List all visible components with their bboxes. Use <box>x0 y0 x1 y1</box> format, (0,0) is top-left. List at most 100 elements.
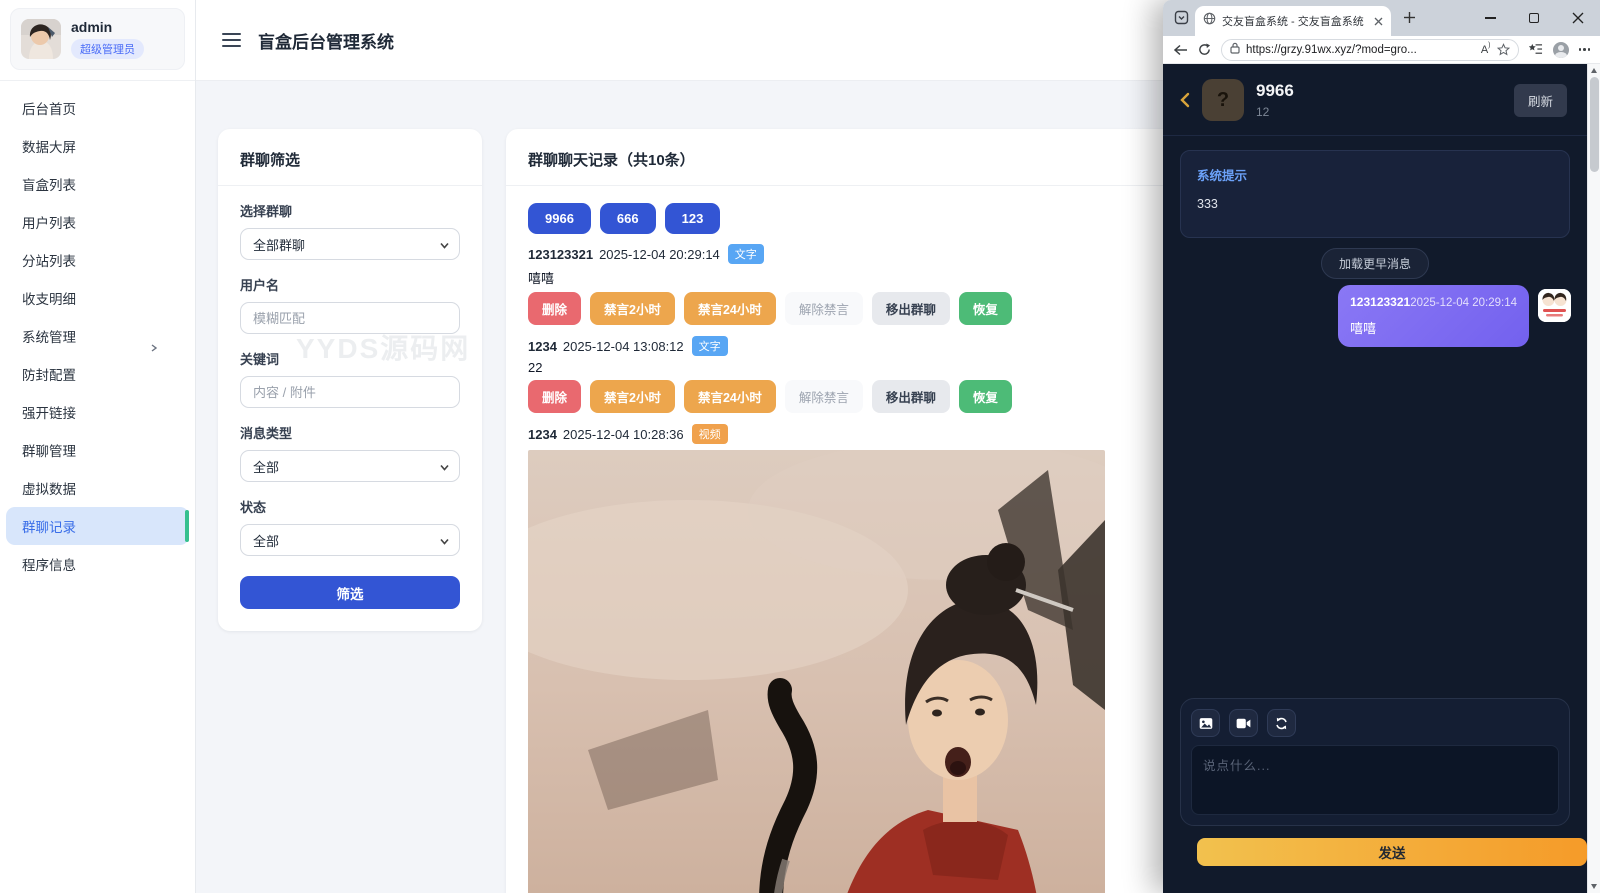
message-user: 123123321 <box>1350 295 1410 309</box>
filter-submit-button[interactable]: 筛选 <box>240 576 460 609</box>
msg-type-select[interactable]: 全部 <box>240 450 460 482</box>
group-info: 9966 12 <box>1256 81 1294 119</box>
sidebar-item-data-screen[interactable]: 数据大屏 <box>6 127 189 165</box>
role-badge: 超级管理员 <box>71 39 144 59</box>
sidebar-item-force-link[interactable]: 强开链接 <box>6 393 189 431</box>
chat-refresh-button[interactable]: 刷新 <box>1514 84 1567 117</box>
read-aloud-icon[interactable]: A) <box>1481 44 1491 56</box>
record-time: 2025-12-04 10:28:36 <box>563 427 684 442</box>
browser-tab[interactable]: 交友盲盒系统 - 交友盲盒系统 <box>1195 6 1391 36</box>
type-tag-video: 视频 <box>692 424 728 444</box>
chat-app: ? 9966 12 刷新 系统提示 333 加载更早消息 12312332120… <box>1163 64 1587 893</box>
scroll-down-arrow[interactable] <box>1591 884 1597 889</box>
window-controls <box>1468 0 1600 36</box>
sidebar-item-virtual-data[interactable]: 虚拟数据 <box>6 469 189 507</box>
kick-button[interactable]: 移出群聊 <box>872 380 950 413</box>
delete-button[interactable]: 删除 <box>528 292 581 325</box>
profile-card: admin 超级管理员 <box>10 8 185 70</box>
image-upload-icon[interactable] <box>1191 709 1220 737</box>
scroll-up-arrow[interactable] <box>1591 68 1597 73</box>
username-field-wrap <box>240 302 460 334</box>
kick-button[interactable]: 移出群聊 <box>872 292 950 325</box>
delete-button[interactable]: 删除 <box>528 380 581 413</box>
tab-close-icon[interactable] <box>1374 17 1383 26</box>
username-input[interactable] <box>253 311 447 326</box>
keyword-input[interactable] <box>253 385 447 400</box>
video-upload-icon[interactable] <box>1229 709 1258 737</box>
composer-card <box>1180 698 1570 826</box>
tab-actions-icon[interactable] <box>1174 10 1189 30</box>
video-player[interactable] <box>528 450 1105 893</box>
record-user: 1234 <box>528 427 557 442</box>
type-tag-text: 文字 <box>728 244 764 264</box>
send-button[interactable]: 发送 <box>1197 838 1587 866</box>
sidebar: admin 超级管理员 后台首页 数据大屏 盲盒列表 用户列表 分站列表 收支明… <box>0 0 196 893</box>
lock-icon <box>1230 41 1240 59</box>
mute-2h-button[interactable]: 禁言2小时 <box>590 292 675 325</box>
group-select-label: 选择群聊 <box>240 201 460 220</box>
sidebar-item-system[interactable]: 系统管理 <box>6 317 189 355</box>
close-button[interactable] <box>1556 0 1600 36</box>
back-icon[interactable] <box>1173 44 1188 56</box>
record-time: 2025-12-04 13:08:12 <box>563 339 684 354</box>
sidebar-item-box-list[interactable]: 盲盒列表 <box>6 165 189 203</box>
keyword-field-wrap <box>240 376 460 408</box>
restore-button[interactable]: 恢复 <box>959 292 1012 325</box>
browser-viewport: ? 9966 12 刷新 系统提示 333 加载更早消息 12312332120… <box>1163 64 1600 893</box>
username-label: 用户名 <box>240 275 460 294</box>
minimize-button[interactable] <box>1468 0 1512 36</box>
sidebar-item-group-manage[interactable]: 群聊管理 <box>6 431 189 469</box>
system-notice: 系统提示 333 <box>1180 150 1570 238</box>
composer-tools <box>1191 709 1559 737</box>
active-indicator <box>185 510 189 542</box>
group-tab-666[interactable]: 666 <box>600 203 656 234</box>
unmute-button[interactable]: 解除禁言 <box>785 292 863 325</box>
group-member-count: 12 <box>1256 105 1294 119</box>
divider <box>218 185 482 186</box>
sidebar-item-finance[interactable]: 收支明细 <box>6 279 189 317</box>
notice-body: 333 <box>1197 197 1553 211</box>
profile-icon[interactable] <box>1553 42 1569 58</box>
browser-titlebar: 交友盲盒系统 - 交友盲盒系统 <box>1163 0 1600 36</box>
collections-icon[interactable] <box>1529 43 1543 56</box>
address-bar[interactable]: https://grzy.91wx.xyz/?mod=gro... A) <box>1221 39 1519 61</box>
mute-2h-button[interactable]: 禁言2小时 <box>590 380 675 413</box>
unmute-button[interactable]: 解除禁言 <box>785 380 863 413</box>
divider <box>0 80 195 81</box>
mute-24h-button[interactable]: 禁言24小时 <box>684 292 776 325</box>
chat-message-input[interactable] <box>1191 745 1559 815</box>
scrollbar[interactable] <box>1587 64 1600 893</box>
sync-icon[interactable] <box>1267 709 1296 737</box>
load-earlier-button[interactable]: 加载更早消息 <box>1321 248 1429 279</box>
sidebar-item-anti-block[interactable]: 防封配置 <box>6 355 189 393</box>
chat-message: 1231233212025-12-04 20:29:14 嘻嘻 <box>1179 285 1571 347</box>
restore-button[interactable]: 恢复 <box>959 380 1012 413</box>
scrollbar-thumb[interactable] <box>1590 77 1599 172</box>
more-menu-icon[interactable] <box>1579 48 1591 51</box>
menu-toggle-icon[interactable] <box>222 33 241 47</box>
group-select[interactable]: 全部群聊 <box>240 228 460 260</box>
tab-title: 交友盲盒系统 - 交友盲盒系统 <box>1222 13 1368 29</box>
maximize-button[interactable] <box>1512 0 1556 36</box>
back-chevron-icon[interactable] <box>1179 92 1190 108</box>
sidebar-menu: 后台首页 数据大屏 盲盒列表 用户列表 分站列表 收支明细 系统管理 防封配置 … <box>0 85 195 587</box>
refresh-icon[interactable] <box>1198 43 1211 56</box>
group-avatar: ? <box>1202 79 1244 121</box>
keyword-label: 关键词 <box>240 349 460 368</box>
chevron-down-icon <box>439 239 450 254</box>
new-tab-icon[interactable] <box>1403 11 1416 29</box>
chevron-down-icon <box>439 461 450 476</box>
sidebar-item-group-records[interactable]: 群聊记录 <box>6 507 189 545</box>
profile-info: admin 超级管理员 <box>71 19 144 59</box>
status-select[interactable]: 全部 <box>240 524 460 556</box>
sidebar-item-user-list[interactable]: 用户列表 <box>6 203 189 241</box>
notice-title: 系统提示 <box>1197 165 1553 184</box>
favorite-star-icon[interactable] <box>1497 43 1510 56</box>
sidebar-item-site-list[interactable]: 分站列表 <box>6 241 189 279</box>
group-tab-9966[interactable]: 9966 <box>528 203 591 234</box>
mute-24h-button[interactable]: 禁言24小时 <box>684 380 776 413</box>
chevron-down-icon <box>439 535 450 550</box>
sidebar-item-dashboard[interactable]: 后台首页 <box>6 89 189 127</box>
sidebar-item-program-info[interactable]: 程序信息 <box>6 545 189 583</box>
group-tab-123[interactable]: 123 <box>665 203 721 234</box>
